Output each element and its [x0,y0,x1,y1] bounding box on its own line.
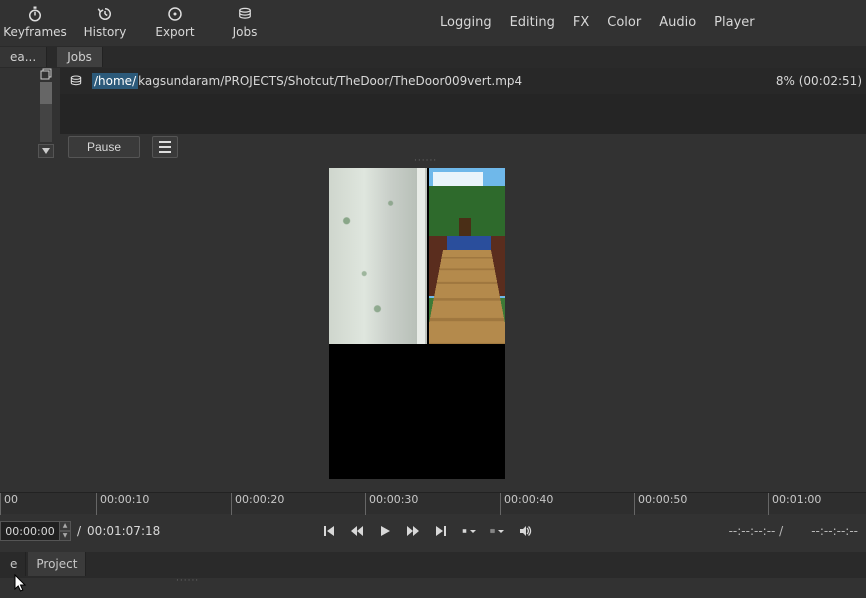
path-selected: /home/ [92,73,138,89]
tab-source-truncated[interactable]: e [2,552,26,576]
in-out-timecodes: --:--:--:-- / --:--:--:-- [729,516,858,546]
vertical-scrollbar[interactable] [40,82,52,142]
timecode-spinner[interactable]: ▲▼ [59,521,71,541]
ruler-tick: 00:01:00 [768,493,821,515]
duration-label: 00:01:07:18 [87,524,160,538]
restore-window-icon[interactable] [40,68,52,80]
tab-truncated[interactable]: ea... [0,47,47,67]
ruler-tick: 00:00:50 [634,493,687,515]
spinner-up-icon[interactable]: ▲ [59,521,71,531]
export-button[interactable]: Export [140,0,210,44]
bottom-tabs: e Project [0,552,866,578]
ruler-tick: 00:00:20 [231,493,284,515]
hamburger-icon [158,141,172,153]
path-rest: kagsundaram/PROJECTS/Shotcut/TheDoor/The… [138,74,522,88]
tab-project[interactable]: Project [28,552,86,576]
rewind-button[interactable] [350,524,364,538]
in-timecode: --:--:--:-- / [729,524,784,538]
skip-prev-button[interactable] [322,524,336,538]
transport-bar: ▲▼ / 00:01:07:18 --:--:--:-- / --:--:--:… [0,516,866,546]
menu-player[interactable]: Player [714,15,754,30]
play-button[interactable] [378,524,392,538]
layout-menu: Logging Editing FX Color Audio Player [440,0,755,44]
main-toolbar: Keyframes History Export Jobs Logging Ed… [0,0,866,44]
out-timecode: --:--:--:-- [811,524,858,538]
stack-icon [236,5,254,23]
job-progress: 8% (00:02:51) [776,74,862,88]
timecode-separator: / [77,524,81,538]
skip-prev-icon [322,524,336,538]
rewind-icon [350,524,364,538]
stopwatch-icon [26,5,44,23]
jobs-controls: Pause [60,134,866,160]
menu-editing[interactable]: Editing [510,15,555,30]
zoom-fit-button[interactable] [462,524,476,538]
menu-fx[interactable]: FX [573,15,589,30]
play-icon [378,524,392,538]
grid-icon [490,524,495,538]
menu-color[interactable]: Color [607,15,641,30]
jobs-button[interactable]: Jobs [210,0,280,44]
history-label: History [84,25,127,39]
video-frame [329,168,505,344]
ruler-tick: 00 [0,493,18,515]
resize-handle-bottom[interactable]: ······ [176,576,199,586]
transport-controls [322,516,532,546]
menu-audio[interactable]: Audio [659,15,696,30]
pause-button[interactable]: Pause [68,136,140,158]
skip-next-button[interactable] [434,524,448,538]
fast-forward-icon [406,524,420,538]
zoom-fit-icon [462,524,467,538]
panel-tabs: ea... Jobs [0,46,866,68]
ruler-tick: 00:00:30 [365,493,418,515]
tab-jobs[interactable]: Jobs [57,47,103,67]
jobs-label: Jobs [233,25,258,39]
resize-handle[interactable]: ······ [414,156,437,166]
skip-next-icon [434,524,448,538]
timeline-ruler[interactable]: 00 00:00:10 00:00:20 00:00:30 00:00:40 0… [0,492,866,514]
volume-button[interactable] [518,524,532,538]
job-filebar: /home/kagsundaram/PROJECTS/Shotcut/TheDo… [60,68,866,94]
volume-icon [518,524,532,538]
history-button[interactable]: History [70,0,140,44]
grid-button[interactable] [490,524,504,538]
history-icon [96,5,114,23]
keyframes-label: Keyframes [3,25,67,39]
ruler-tick: 00:00:40 [500,493,553,515]
jobs-menu-button[interactable] [152,136,178,158]
stack-icon [68,73,84,89]
keyframes-button[interactable]: Keyframes [0,0,70,44]
jobs-list-empty [60,94,866,134]
spinner-down-icon[interactable]: ▼ [59,531,71,541]
job-path[interactable]: /home/kagsundaram/PROJECTS/Shotcut/TheDo… [92,74,522,88]
export-label: Export [155,25,194,39]
timecode-input[interactable] [0,521,60,541]
menu-logging[interactable]: Logging [440,15,492,30]
player-preview[interactable] [329,168,505,479]
chevron-down-icon [42,148,50,154]
disc-icon [166,5,184,23]
ruler-tick: 00:00:10 [96,493,149,515]
panel-dropdown-button[interactable] [38,144,54,158]
fast-forward-button[interactable] [406,524,420,538]
